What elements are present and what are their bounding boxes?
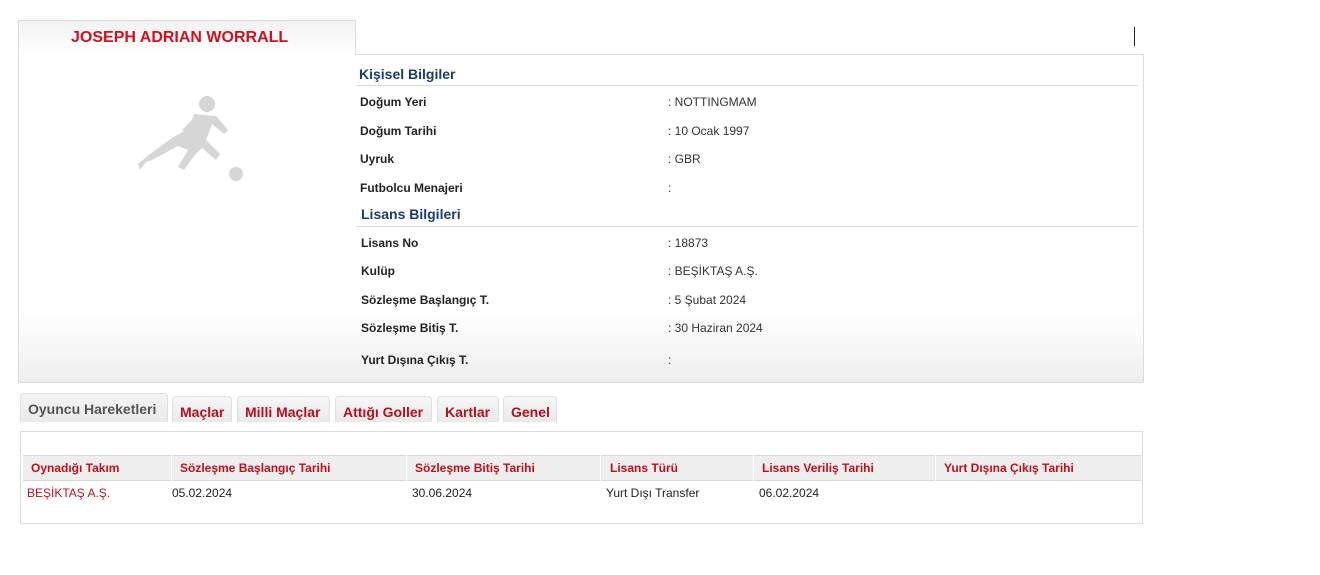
player-name: JOSEPH ADRIAN WORRALL xyxy=(71,29,289,46)
tab-player-movements[interactable]: Oyuncu Hareketleri xyxy=(20,393,168,422)
agent-value: : xyxy=(668,181,672,195)
panel-top-border xyxy=(355,54,1144,55)
birthplace-value: : NOTTINGMAM xyxy=(668,95,757,109)
contract-start-value: : 5 Şubat 2024 xyxy=(668,293,747,307)
license-info-divider xyxy=(356,226,1138,227)
birthplace-label: Doğum Yeri xyxy=(360,95,427,109)
license-no-label: Lisans No xyxy=(361,236,419,250)
player-name-tab: JOSEPH ADRIAN WORRALL xyxy=(18,20,356,55)
header-abroad-exit[interactable]: Yurt Dışına Çıkış Tarihi xyxy=(944,461,1074,475)
club-label: Kulüp xyxy=(361,264,395,278)
cell-contract-start: 05.02.2024 xyxy=(172,486,233,500)
nationality-value: : GBR xyxy=(668,152,701,166)
cell-license-date: 06.02.2024 xyxy=(759,486,820,500)
header-separator xyxy=(600,455,601,481)
header-license-date[interactable]: Lisans Veriliş Tarihi xyxy=(762,461,874,475)
header-license-type[interactable]: Lisans Türü xyxy=(610,461,678,475)
personal-info-title: Kişisel Bilgiler xyxy=(359,66,456,82)
cell-contract-end: 30.06.2024 xyxy=(412,486,473,500)
text-cursor xyxy=(1134,27,1135,46)
birthdate-label: Doğum Tarihi xyxy=(360,124,437,138)
contract-end-value: : 30 Haziran 2024 xyxy=(668,321,763,335)
tab-goals[interactable]: Attığı Goller xyxy=(335,396,432,422)
header-separator xyxy=(171,455,172,481)
agent-label: Futbolcu Menajeri xyxy=(360,181,463,195)
header-contract-start[interactable]: Sözleşme Başlangıç Tarihi xyxy=(180,461,331,475)
tab-cards[interactable]: Kartlar xyxy=(437,396,499,422)
header-contract-end[interactable]: Sözleşme Bitiş Tarihi xyxy=(415,461,535,475)
tab-matches[interactable]: Maçlar xyxy=(172,396,232,422)
club-value: : BEŞİKTAŞ A.Ş. xyxy=(668,264,758,278)
birthdate-value: : 10 Ocak 1997 xyxy=(668,124,750,138)
tab-national-matches[interactable]: Milli Maçlar xyxy=(237,396,330,422)
abroad-exit-label: Yurt Dışına Çıkış T. xyxy=(361,353,469,367)
contract-start-label: Sözleşme Başlangıç T. xyxy=(361,293,490,307)
license-no-value: : 18873 xyxy=(668,236,709,250)
cell-license-type: Yurt Dışı Transfer xyxy=(606,486,700,500)
nationality-label: Uyruk xyxy=(360,152,395,166)
abroad-exit-value: : xyxy=(668,353,672,367)
player-silhouette-icon xyxy=(138,96,243,181)
header-separator xyxy=(935,455,936,481)
header-separator xyxy=(753,455,754,481)
contract-end-label: Sözleşme Bitiş T. xyxy=(361,321,459,335)
cell-team[interactable]: BEŞİKTAŞ A.Ş. xyxy=(27,486,110,500)
tab-general[interactable]: Genel xyxy=(503,396,557,422)
header-separator xyxy=(406,455,407,481)
license-info-title: Lisans Bilgileri xyxy=(361,206,461,222)
header-team[interactable]: Oynadığı Takım xyxy=(31,461,119,475)
personal-info-divider xyxy=(356,85,1138,86)
